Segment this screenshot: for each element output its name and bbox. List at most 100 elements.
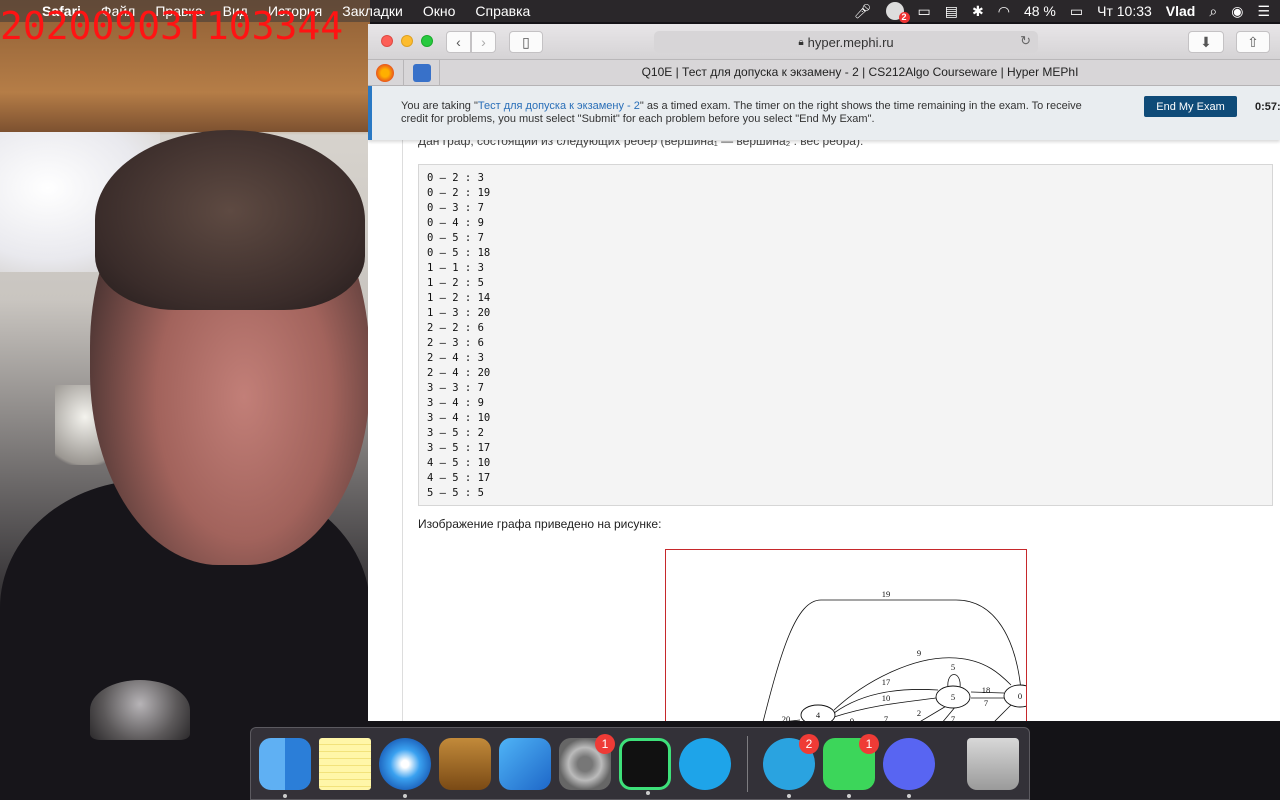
running-indicator <box>646 791 650 795</box>
dock: 1 2 1 <box>250 727 1030 800</box>
pycharm-icon[interactable] <box>619 738 671 795</box>
edge-line: 0 – 4 : 9 <box>427 217 484 229</box>
edge-0-2-19 <box>762 599 1022 721</box>
edge-weight-label: 7 <box>884 714 888 721</box>
xcode-icon[interactable] <box>499 738 551 790</box>
webcam-person-hair <box>95 130 365 310</box>
node-label-0: 0 <box>1018 691 1022 701</box>
edge-line: 2 – 3 : 6 <box>427 337 484 349</box>
sidebar-icon: ▯ <box>522 33 530 50</box>
webcam-timestamp: 20200903T103344 <box>0 4 344 48</box>
edge-line: 1 – 1 : 3 <box>427 262 484 274</box>
share-button[interactable]: ⇧ <box>1236 31 1270 53</box>
edge-weight-label: 17 <box>882 677 891 687</box>
edge-weight-label: 18 <box>982 685 991 695</box>
edge-list-code-block: 0 – 2 : 3 0 – 2 : 19 0 – 3 : 7 0 – 4 : 9 0 –… <box>418 164 1273 506</box>
running-indicator <box>787 794 791 798</box>
chevron-right-icon: › <box>481 34 486 50</box>
notification-app-icon[interactable]: 2 <box>885 2 910 23</box>
edge-to-4-20 <box>787 719 801 721</box>
edge-weight-label: 19 <box>882 589 891 599</box>
edge-line: 5 – 5 : 5 <box>427 487 484 499</box>
content-left-border <box>402 86 403 721</box>
exam-link[interactable]: Тест для допуска к экзамену - 2 <box>478 100 640 112</box>
exam-timer: 0:57: <box>1255 101 1280 113</box>
message-tab-icon[interactable] <box>413 64 431 82</box>
facetime-badge: 1 <box>859 734 879 754</box>
edge-line: 3 – 5 : 17 <box>427 442 491 454</box>
bluetooth-icon[interactable]: ✱ <box>972 2 984 20</box>
menu-bookmarks[interactable]: Закладки <box>342 2 403 20</box>
lock-icon: 🔒︎ <box>798 36 804 48</box>
safari-icon[interactable] <box>379 738 431 798</box>
forward-button[interactable]: › <box>471 31 496 53</box>
garageband-icon[interactable] <box>439 738 491 790</box>
close-window-button[interactable] <box>381 35 393 47</box>
spotlight-search-icon[interactable]: ⌕ <box>1209 2 1217 20</box>
edge-line: 0 – 3 : 7 <box>427 202 484 214</box>
browser-toolbar: ‹ › ▯ 🔒︎ hyper.mephi.ru ↻ ⬇ ⇧ <box>368 24 1280 60</box>
fullscreen-window-button[interactable] <box>421 35 433 47</box>
siri-icon[interactable]: ◉ <box>1231 2 1243 20</box>
tab-bar: Q10E | Тест для допуска к экзамену - 2 |… <box>368 60 1280 86</box>
edge-line: 2 – 2 : 6 <box>427 322 484 334</box>
menu-help[interactable]: Справка <box>475 2 530 20</box>
address-text: hyper.mephi.ru <box>807 34 894 50</box>
edge-weight-label: 7 <box>951 714 955 721</box>
minimize-window-button[interactable] <box>401 35 413 47</box>
mute-icon[interactable]: 🎤︎ <box>854 2 872 20</box>
share-icon: ⇧ <box>1247 33 1259 50</box>
running-indicator <box>403 794 407 798</box>
notification-center-icon[interactable]: ☰ <box>1257 2 1270 20</box>
notes-icon[interactable] <box>319 738 371 790</box>
notification-badge: 2 <box>898 12 910 23</box>
edge-from-5-2 <box>920 704 949 721</box>
edge-line: 1 – 2 : 5 <box>427 277 484 289</box>
edge-weight-label: 7 <box>984 698 988 708</box>
edge-line: 0 – 2 : 19 <box>427 187 491 199</box>
skype-icon[interactable] <box>679 738 731 790</box>
dock-separator <box>747 736 748 792</box>
exam-notice-prefix: You are taking " <box>401 100 478 112</box>
user-name[interactable]: Vlad <box>1166 2 1196 20</box>
edge-line: 4 – 5 : 17 <box>427 472 491 484</box>
web-page: You are taking "Тест для допуска к экзам… <box>368 86 1280 721</box>
battery-icon: ▭ <box>1069 3 1084 19</box>
running-indicator <box>907 794 911 798</box>
edge-line: 3 – 4 : 9 <box>427 397 484 409</box>
battery-percent[interactable]: 48 % <box>1024 2 1056 20</box>
edge-line: 3 – 4 : 10 <box>427 412 491 424</box>
telegram-badge: 2 <box>799 734 819 754</box>
end-exam-button[interactable]: End My Exam <box>1144 96 1237 117</box>
edge-line: 1 – 3 : 20 <box>427 307 491 319</box>
safari-window: ‹ › ▯ 🔒︎ hyper.mephi.ru ↻ ⬇ ⇧ Q10E | Тес… <box>368 24 1280 721</box>
system-preferences-icon[interactable]: 1 <box>559 734 615 790</box>
active-tab-title[interactable]: Q10E | Тест для допуска к экзамену - 2 |… <box>440 65 1280 79</box>
reload-icon[interactable]: ↻ <box>1020 33 1031 49</box>
back-button[interactable]: ‹ <box>446 31 471 53</box>
download-icon: ⬇ <box>1200 33 1212 50</box>
input-source-flag-icon[interactable]: ▤ <box>945 2 958 20</box>
telegram-icon[interactable]: 2 <box>763 734 819 798</box>
address-bar[interactable]: 🔒︎ hyper.mephi.ru ↻ <box>654 31 1038 53</box>
sidebar-toggle-button[interactable]: ▯ <box>509 31 543 53</box>
edge-line: 1 – 2 : 14 <box>427 292 491 304</box>
downloads-button[interactable]: ⬇ <box>1188 31 1224 53</box>
pinned-site-icon[interactable] <box>376 64 394 82</box>
wifi-icon[interactable]: ◠ <box>998 2 1010 20</box>
menu-window[interactable]: Окно <box>423 2 456 20</box>
trash-icon[interactable] <box>967 738 1019 790</box>
display-icon[interactable]: ▭ <box>918 2 931 20</box>
discord-icon[interactable] <box>883 738 935 798</box>
edge-weight-label: 9 <box>850 716 854 721</box>
exam-notice: You are taking "Тест для допуска к экзам… <box>401 100 1101 126</box>
finder-icon[interactable] <box>259 738 311 798</box>
edge-line: 2 – 4 : 20 <box>427 367 491 379</box>
edge-line: 0 – 2 : 3 <box>427 172 484 184</box>
edge-weight-label: 20 <box>782 714 791 721</box>
graph-figure: 4 5 0 19 9 5 17 10 18 7 2 20 7 7 9 <box>665 549 1027 721</box>
edge-line: 3 – 5 : 2 <box>427 427 484 439</box>
facetime-icon[interactable]: 1 <box>823 734 879 798</box>
clock[interactable]: Чт 10:33 <box>1097 2 1152 20</box>
graph-svg: 4 5 0 19 9 5 17 10 18 7 2 20 7 7 9 <box>762 589 1026 721</box>
